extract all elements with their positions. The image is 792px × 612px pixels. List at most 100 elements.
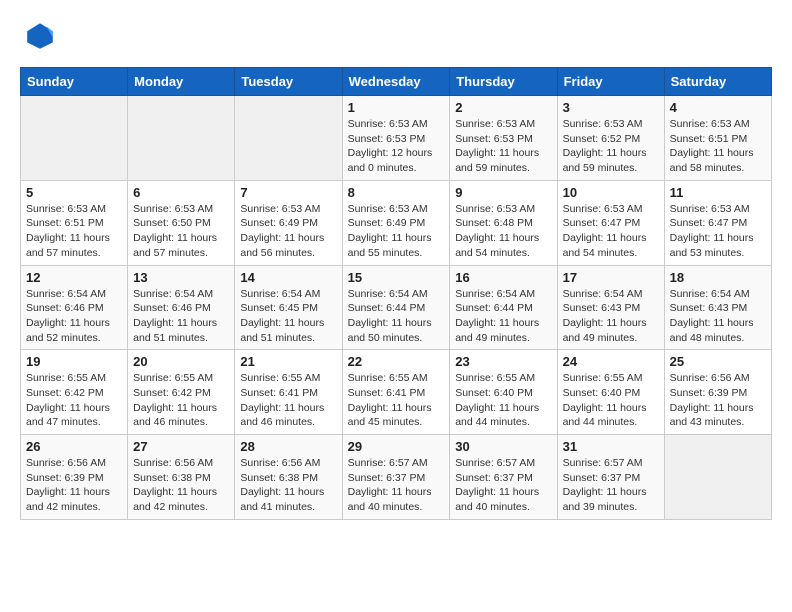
day-number: 13 xyxy=(133,270,229,285)
calendar-cell: 24Sunrise: 6:55 AMSunset: 6:40 PMDayligh… xyxy=(557,350,664,435)
calendar-cell: 26 Sunrise: 6:56 AMSunset: 6:39 PMDayligh… xyxy=(21,435,128,520)
day-number: 6 xyxy=(133,185,229,200)
col-header-wednesday: Wednesday xyxy=(342,68,450,96)
calendar-cell: 5 Sunrise: 6:53 AMSunset: 6:51 PMDaylight… xyxy=(21,180,128,265)
day-info: Sunrise: 6:55 AMSunset: 6:41 PMDaylight:… xyxy=(240,371,336,430)
day-info: Sunrise: 6:55 AMSunset: 6:42 PMDaylight:… xyxy=(26,371,122,430)
calendar-cell: 23 Sunrise: 6:55 AMSunset: 6:40 PMDayligh… xyxy=(450,350,557,435)
calendar-cell: 9 Sunrise: 6:53 AMSunset: 6:48 PMDaylight… xyxy=(450,180,557,265)
day-info: Sunrise: 6:53 AMSunset: 6:48 PMDaylight:… xyxy=(455,202,551,261)
day-info: Sunrise: 6:56 AMSunset: 6:39 PMDaylight:… xyxy=(670,371,766,430)
day-info: Sunrise: 6:54 AMSunset: 6:43 PMDaylight:… xyxy=(563,287,659,346)
calendar-cell: 12 Sunrise: 6:54 AMSunset: 6:46 PMDayligh… xyxy=(21,265,128,350)
day-number: 11 xyxy=(670,185,766,200)
day-number: 15 xyxy=(348,270,445,285)
calendar-week-row: 26 Sunrise: 6:56 AMSunset: 6:39 PMDayligh… xyxy=(21,435,772,520)
page-header xyxy=(20,20,772,57)
day-number: 7 xyxy=(240,185,336,200)
day-number: 14 xyxy=(240,270,336,285)
day-number: 26 xyxy=(26,439,122,454)
calendar-cell: 17 Sunrise: 6:54 AMSunset: 6:43 PMDayligh… xyxy=(557,265,664,350)
day-number: 31 xyxy=(563,439,659,454)
day-info: Sunrise: 6:53 AMSunset: 6:47 PMDaylight:… xyxy=(563,202,659,261)
logo xyxy=(20,20,56,57)
calendar-cell: 22 Sunrise: 6:55 AMSunset: 6:41 PMDayligh… xyxy=(342,350,450,435)
day-info: Sunrise: 6:53 AMSunset: 6:52 PMDaylight:… xyxy=(563,117,659,176)
day-info: Sunrise: 6:56 AMSunset: 6:38 PMDaylight:… xyxy=(133,456,229,515)
day-number: 19 xyxy=(26,354,122,369)
day-number: 17 xyxy=(563,270,659,285)
day-info: Sunrise: 6:53 AMSunset: 6:53 PMDaylight:… xyxy=(348,117,445,176)
day-info: Sunrise: 6:57 AMSunset: 6:37 PMDaylight:… xyxy=(455,456,551,515)
calendar-cell: 27 Sunrise: 6:56 AMSunset: 6:38 PMDayligh… xyxy=(128,435,235,520)
day-number: 25 xyxy=(670,354,766,369)
calendar-cell xyxy=(21,96,128,181)
logo-icon xyxy=(24,20,56,52)
day-info: Sunrise: 6:57 AMSunset: 6:37 PMDaylight:… xyxy=(348,456,445,515)
calendar-cell xyxy=(664,435,771,520)
day-number: 12 xyxy=(26,270,122,285)
day-number: 24 xyxy=(563,354,659,369)
day-number: 23 xyxy=(455,354,551,369)
day-number: 2 xyxy=(455,100,551,115)
day-info: Sunrise: 6:53 AMSunset: 6:51 PMDaylight:… xyxy=(670,117,766,176)
calendar-cell: 3Sunrise: 6:53 AMSunset: 6:52 PMDaylight… xyxy=(557,96,664,181)
day-number: 29 xyxy=(348,439,445,454)
day-number: 20 xyxy=(133,354,229,369)
day-info: Sunrise: 6:53 AMSunset: 6:49 PMDaylight:… xyxy=(348,202,445,261)
calendar-cell: 13Sunrise: 6:54 AMSunset: 6:46 PMDayligh… xyxy=(128,265,235,350)
day-number: 30 xyxy=(455,439,551,454)
day-info: Sunrise: 6:53 AMSunset: 6:53 PMDaylight:… xyxy=(455,117,551,176)
calendar-cell: 29 Sunrise: 6:57 AMSunset: 6:37 PMDayligh… xyxy=(342,435,450,520)
day-number: 21 xyxy=(240,354,336,369)
calendar-cell: 20 Sunrise: 6:55 AMSunset: 6:42 PMDayligh… xyxy=(128,350,235,435)
calendar-cell: 8Sunrise: 6:53 AMSunset: 6:49 PMDaylight… xyxy=(342,180,450,265)
col-header-monday: Monday xyxy=(128,68,235,96)
calendar-cell: 7Sunrise: 6:53 AMSunset: 6:49 PMDaylight… xyxy=(235,180,342,265)
day-number: 4 xyxy=(670,100,766,115)
day-number: 1 xyxy=(348,100,445,115)
calendar-cell: 2 Sunrise: 6:53 AMSunset: 6:53 PMDaylight… xyxy=(450,96,557,181)
col-header-friday: Friday xyxy=(557,68,664,96)
day-number: 27 xyxy=(133,439,229,454)
calendar-cell xyxy=(128,96,235,181)
calendar-cell: 31 Sunrise: 6:57 AMSunset: 6:37 PMDayligh… xyxy=(557,435,664,520)
calendar-cell: 25 Sunrise: 6:56 AMSunset: 6:39 PMDayligh… xyxy=(664,350,771,435)
day-info: Sunrise: 6:56 AMSunset: 6:38 PMDaylight:… xyxy=(240,456,336,515)
calendar-week-row: 1 Sunrise: 6:53 AMSunset: 6:53 PMDaylight… xyxy=(21,96,772,181)
calendar-cell: 19 Sunrise: 6:55 AMSunset: 6:42 PMDayligh… xyxy=(21,350,128,435)
calendar-cell: 16 Sunrise: 6:54 AMSunset: 6:44 PMDayligh… xyxy=(450,265,557,350)
day-number: 22 xyxy=(348,354,445,369)
calendar-cell xyxy=(235,96,342,181)
day-number: 18 xyxy=(670,270,766,285)
calendar-table: SundayMondayTuesdayWednesdayThursdayFrid… xyxy=(20,67,772,520)
calendar-cell: 10Sunrise: 6:53 AMSunset: 6:47 PMDayligh… xyxy=(557,180,664,265)
col-header-sunday: Sunday xyxy=(21,68,128,96)
day-info: Sunrise: 6:53 AMSunset: 6:47 PMDaylight:… xyxy=(670,202,766,261)
day-info: Sunrise: 6:55 AMSunset: 6:41 PMDaylight:… xyxy=(348,371,445,430)
day-info: Sunrise: 6:57 AMSunset: 6:37 PMDaylight:… xyxy=(563,456,659,515)
day-info: Sunrise: 6:54 AMSunset: 6:46 PMDaylight:… xyxy=(26,287,122,346)
day-info: Sunrise: 6:54 AMSunset: 6:45 PMDaylight:… xyxy=(240,287,336,346)
day-info: Sunrise: 6:54 AMSunset: 6:44 PMDaylight:… xyxy=(348,287,445,346)
col-header-tuesday: Tuesday xyxy=(235,68,342,96)
day-info: Sunrise: 6:54 AMSunset: 6:44 PMDaylight:… xyxy=(455,287,551,346)
calendar-cell: 14 Sunrise: 6:54 AMSunset: 6:45 PMDayligh… xyxy=(235,265,342,350)
day-info: Sunrise: 6:56 AMSunset: 6:39 PMDaylight:… xyxy=(26,456,122,515)
day-number: 9 xyxy=(455,185,551,200)
calendar-week-row: 19 Sunrise: 6:55 AMSunset: 6:42 PMDayligh… xyxy=(21,350,772,435)
calendar-week-row: 12 Sunrise: 6:54 AMSunset: 6:46 PMDayligh… xyxy=(21,265,772,350)
calendar-cell: 4 Sunrise: 6:53 AMSunset: 6:51 PMDaylight… xyxy=(664,96,771,181)
day-number: 16 xyxy=(455,270,551,285)
day-info: Sunrise: 6:53 AMSunset: 6:51 PMDaylight:… xyxy=(26,202,122,261)
calendar-cell: 11 Sunrise: 6:53 AMSunset: 6:47 PMDayligh… xyxy=(664,180,771,265)
day-info: Sunrise: 6:55 AMSunset: 6:42 PMDaylight:… xyxy=(133,371,229,430)
calendar-cell: 1 Sunrise: 6:53 AMSunset: 6:53 PMDaylight… xyxy=(342,96,450,181)
calendar-cell: 30 Sunrise: 6:57 AMSunset: 6:37 PMDayligh… xyxy=(450,435,557,520)
calendar-header-row: SundayMondayTuesdayWednesdayThursdayFrid… xyxy=(21,68,772,96)
calendar-cell: 21 Sunrise: 6:55 AMSunset: 6:41 PMDayligh… xyxy=(235,350,342,435)
day-info: Sunrise: 6:55 AMSunset: 6:40 PMDaylight:… xyxy=(455,371,551,430)
col-header-saturday: Saturday xyxy=(664,68,771,96)
day-number: 5 xyxy=(26,185,122,200)
calendar-cell: 18Sunrise: 6:54 AMSunset: 6:43 PMDayligh… xyxy=(664,265,771,350)
